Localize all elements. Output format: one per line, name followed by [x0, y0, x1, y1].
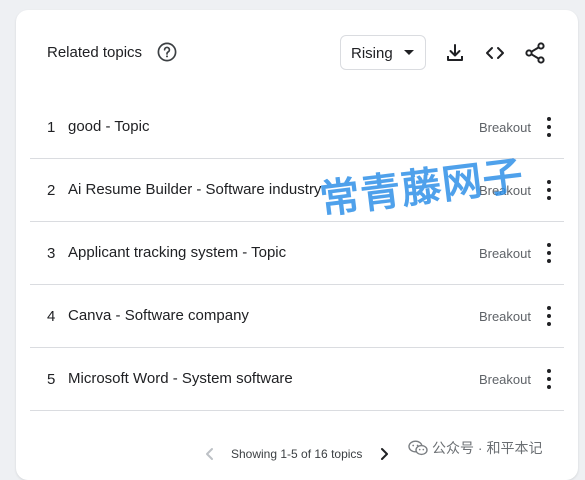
more-vert-icon[interactable]: [543, 243, 555, 263]
rising-value: Breakout: [478, 246, 531, 261]
topic-link[interactable]: Microsoft Word - System software: [68, 370, 293, 387]
chevron-right-icon[interactable]: [376, 446, 392, 462]
card-header: Related topics Rising: [16, 10, 578, 96]
rising-value: Breakout: [478, 120, 531, 135]
topic-link[interactable]: good - Topic: [68, 118, 149, 135]
list-item[interactable]: 2 Ai Resume Builder - Software industry …: [30, 159, 564, 222]
share-icon[interactable]: [523, 41, 547, 65]
time-filter-select[interactable]: Rising: [340, 35, 426, 70]
list-item[interactable]: 4 Canva - Software company Breakout: [30, 285, 564, 348]
embed-code-icon[interactable]: [483, 41, 507, 65]
rising-value: Breakout: [478, 309, 531, 324]
card-title: Related topics: [47, 44, 143, 61]
rank-number: 1: [47, 119, 56, 136]
help-circle-icon[interactable]: [157, 42, 177, 62]
topics-list: 1 good - Topic Breakout 2 Ai Resume Buil…: [30, 96, 564, 411]
pagination-status: Showing 1-5 of 16 topics: [231, 447, 363, 461]
list-item[interactable]: 1 good - Topic Breakout: [30, 96, 564, 159]
rising-value: Breakout: [478, 183, 531, 198]
more-vert-icon[interactable]: [543, 369, 555, 389]
footer-watermark: 公众号 · 和平本记: [408, 438, 542, 458]
select-value: Rising: [351, 45, 393, 62]
chevron-left-icon[interactable]: [202, 446, 218, 462]
download-icon[interactable]: [443, 41, 467, 65]
more-vert-icon[interactable]: [543, 306, 555, 326]
list-item[interactable]: 3 Applicant tracking system - Topic Brea…: [30, 222, 564, 285]
topic-link[interactable]: Canva - Software company: [68, 307, 249, 324]
more-vert-icon[interactable]: [543, 180, 555, 200]
topic-link[interactable]: Applicant tracking system - Topic: [68, 244, 286, 261]
list-item[interactable]: 5 Microsoft Word - System software Break…: [30, 348, 564, 411]
more-vert-icon[interactable]: [543, 117, 555, 137]
rising-value: Breakout: [478, 372, 531, 387]
footer-watermark-text: 公众号 · 和平本记: [432, 440, 543, 456]
rank-number: 4: [47, 308, 56, 325]
rank-number: 5: [47, 371, 56, 388]
topic-link[interactable]: Ai Resume Builder - Software industry: [68, 181, 321, 198]
caret-down-icon: [404, 50, 414, 55]
rank-number: 3: [47, 245, 56, 262]
rank-number: 2: [47, 182, 56, 199]
wechat-icon: [408, 440, 428, 456]
related-topics-card: Related topics Rising 1 good - Topic Bre…: [16, 10, 578, 480]
